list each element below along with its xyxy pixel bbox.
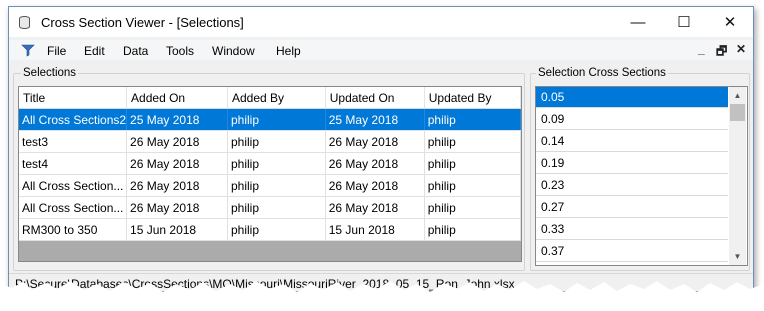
- menu-file[interactable]: File: [47, 44, 66, 58]
- cell-updated-on[interactable]: 15 Jun 2018: [325, 218, 425, 241]
- cell-added-on[interactable]: 26 May 2018: [126, 152, 228, 175]
- cell-added-by[interactable]: philip: [227, 108, 326, 131]
- cell-updated-on[interactable]: 26 May 2018: [325, 130, 425, 153]
- column-header-updated-on[interactable]: Updated On: [325, 87, 425, 109]
- list-item[interactable]: 0.27: [536, 197, 728, 218]
- list-item[interactable]: 0.19: [536, 153, 728, 174]
- title-bar[interactable]: Cross Section Viewer - [Selections] — ☐ …: [9, 7, 753, 37]
- cell-updated-by[interactable]: philip: [424, 152, 521, 175]
- column-header-updated-by[interactable]: Updated By: [424, 87, 521, 109]
- cell-title[interactable]: test4: [19, 152, 128, 175]
- cell-added-by[interactable]: philip: [227, 196, 326, 219]
- mdi-restore-button[interactable]: 🗗: [716, 42, 727, 63]
- table-row[interactable]: All Cross Sections2 25 May 2018 philip 2…: [19, 108, 521, 131]
- cell-added-on[interactable]: 26 May 2018: [126, 130, 228, 153]
- selections-grid[interactable]: Title Added On Added By Updated On Updat…: [18, 86, 522, 262]
- column-header-title[interactable]: Title: [19, 87, 128, 109]
- list-item[interactable]: 0.33: [536, 219, 728, 240]
- cell-added-by[interactable]: philip: [227, 218, 326, 241]
- cell-updated-by[interactable]: philip: [424, 130, 521, 153]
- minimize-button[interactable]: —: [615, 7, 661, 37]
- table-row[interactable]: All Cross Section... 26 May 2018 philip …: [19, 196, 521, 219]
- cell-updated-by[interactable]: philip: [424, 108, 521, 131]
- cell-title[interactable]: RM300 to 350: [19, 218, 128, 241]
- table-row[interactable]: test4 26 May 2018 philip 26 May 2018 phi…: [19, 152, 521, 175]
- list-item[interactable]: 0.14: [536, 131, 728, 152]
- selections-group-label: Selections: [21, 67, 79, 79]
- cell-added-on[interactable]: 15 Jun 2018: [126, 218, 228, 241]
- cell-added-by[interactable]: philip: [227, 174, 326, 197]
- cell-added-on[interactable]: 26 May 2018: [126, 196, 228, 219]
- column-header-added-by[interactable]: Added By: [227, 87, 326, 109]
- scroll-up-icon[interactable]: ▲: [729, 87, 746, 104]
- list-item[interactable]: 0.23: [536, 175, 728, 196]
- scroll-thumb[interactable]: [730, 104, 745, 121]
- close-button[interactable]: ✕: [707, 7, 753, 37]
- window-title: Cross Section Viewer - [Selections]: [41, 15, 244, 30]
- menu-window[interactable]: Window: [212, 44, 255, 58]
- menu-help[interactable]: Help: [276, 44, 301, 58]
- cell-updated-on[interactable]: 26 May 2018: [325, 152, 425, 175]
- cell-updated-by[interactable]: philip: [424, 218, 521, 241]
- cell-added-by[interactable]: philip: [227, 152, 326, 175]
- menu-data[interactable]: Data: [123, 44, 148, 58]
- list-item[interactable]: 0.05: [536, 87, 728, 108]
- cross-sections-group-label: Selection Cross Sections: [536, 67, 668, 79]
- cross-sections-list[interactable]: 0.05 0.09 0.14 0.19 0.23 0.27 0.33 0.37 …: [535, 86, 748, 266]
- scroll-down-icon[interactable]: ▼: [729, 248, 746, 265]
- list-item[interactable]: 0.09: [536, 109, 728, 130]
- mdi-close-button[interactable]: ✕: [736, 42, 746, 56]
- database-icon: [19, 16, 30, 29]
- menu-edit[interactable]: Edit: [84, 44, 105, 58]
- column-header-added-on[interactable]: Added On: [126, 87, 228, 109]
- table-row[interactable]: RM300 to 350 15 Jun 2018 philip 15 Jun 2…: [19, 218, 521, 241]
- list-item[interactable]: 0.37: [536, 241, 728, 262]
- cell-title[interactable]: test3: [19, 130, 128, 153]
- cell-title[interactable]: All Cross Section...: [19, 196, 128, 219]
- cell-added-on[interactable]: 25 May 2018: [126, 108, 228, 131]
- cell-updated-on[interactable]: 26 May 2018: [325, 174, 425, 197]
- cell-added-by[interactable]: philip: [227, 130, 326, 153]
- cell-updated-on[interactable]: 26 May 2018: [325, 196, 425, 219]
- menu-tools[interactable]: Tools: [166, 44, 194, 58]
- app-window: Cross Section Viewer - [Selections] — ☐ …: [8, 6, 754, 292]
- grid-header-row: Title Added On Added By Updated On Updat…: [19, 87, 521, 109]
- menu-bar: File Edit Data Tools Window Help _ 🗗 ✕: [9, 40, 753, 60]
- cell-updated-on[interactable]: 25 May 2018: [325, 108, 425, 131]
- list-scrollbar[interactable]: ▲ ▼: [729, 87, 746, 265]
- cell-updated-by[interactable]: philip: [424, 174, 521, 197]
- mdi-minimize-button[interactable]: _: [698, 42, 705, 56]
- table-row[interactable]: test3 26 May 2018 philip 26 May 2018 phi…: [19, 130, 521, 153]
- cell-added-on[interactable]: 26 May 2018: [126, 174, 228, 197]
- torn-edge: [0, 281, 764, 311]
- cell-title[interactable]: All Cross Sections2: [19, 108, 128, 131]
- table-row[interactable]: All Cross Section... 26 May 2018 philip …: [19, 174, 521, 197]
- cell-updated-by[interactable]: philip: [424, 196, 521, 219]
- filter-icon[interactable]: [21, 43, 35, 57]
- maximize-button[interactable]: ☐: [661, 7, 707, 37]
- cell-title[interactable]: All Cross Section...: [19, 174, 128, 197]
